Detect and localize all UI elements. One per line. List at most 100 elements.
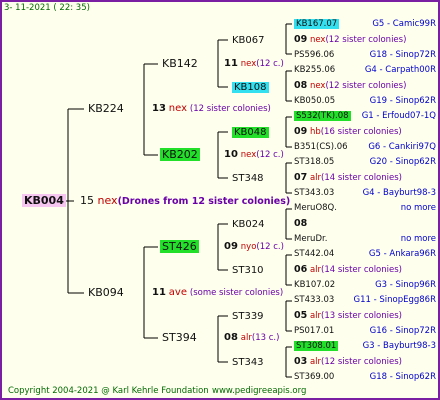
gggp-name: MeruDr. xyxy=(294,234,327,245)
gggp-name: ST433.03 xyxy=(294,295,334,306)
gggp-code: G5 - Ankara96R xyxy=(368,249,436,259)
parent-info: 11 ave (some sister colonies) xyxy=(152,287,283,299)
gggp-name: PS596.06 xyxy=(294,50,334,61)
gggp-code: G19 - Sinop62R xyxy=(369,95,436,106)
gggp-race: alr xyxy=(309,311,322,322)
grandparent-info: 08 alr(13 c.) xyxy=(224,332,279,344)
gggp-code: G18 - Sinop62R xyxy=(369,371,436,382)
grandparent-name: ST426 xyxy=(160,240,199,253)
gggp-code: G6 - Cankiri97Q xyxy=(368,141,436,152)
gggp-name: ST343.03 xyxy=(294,188,334,199)
gggp-race: alr xyxy=(309,357,322,368)
grandparent-name: KB202 xyxy=(160,148,200,161)
gggp-name-text: MeruDr. xyxy=(294,233,328,244)
grandparent-name-highlight: ST426 xyxy=(160,240,199,253)
gggp-name: ST318.05 xyxy=(294,157,334,168)
grandparent-race: nex xyxy=(240,59,257,69)
gggp-gen: 09 xyxy=(294,34,308,46)
gggp-name: KB167.07 xyxy=(294,19,340,30)
gggp-name-text: KB255.06 xyxy=(294,65,336,75)
parent-info: 13 nex (12 sister colonies) xyxy=(152,103,271,115)
ggp-name: KB108 xyxy=(232,82,269,93)
gggp-sister-info: 06 alr(14 sister colonies) xyxy=(294,264,402,276)
parent-name: KB224 xyxy=(88,102,124,115)
gggp-note: (14 sister colonies) xyxy=(321,173,402,184)
gggp-code: G16 - Sinop72R xyxy=(369,325,436,336)
grandparent-race: nex xyxy=(240,150,257,160)
gggp-name: ST442.04 xyxy=(294,249,334,260)
gggp-code: G5 - Camic99R xyxy=(372,19,436,29)
gggp-gen: 06 xyxy=(294,264,308,276)
gggp-sister-info: 09 hb(16 sister colonies) xyxy=(294,126,402,138)
gggp-name: S532(TK).08 xyxy=(294,111,351,122)
gggp-note: (16 sister colonies) xyxy=(320,127,402,138)
grandparent-race: nyo xyxy=(240,242,257,252)
ggp-name: KB024 xyxy=(232,219,265,230)
parent-note: (some sister colonies) xyxy=(189,288,284,298)
grandparent-gen: 10 xyxy=(224,149,238,160)
gggp-name-text: MeruO8Q. xyxy=(294,203,337,213)
gggp-name-text: ST308.01 xyxy=(294,341,339,351)
gggp-gen: 07 xyxy=(294,172,308,184)
root-race: nex xyxy=(97,194,118,207)
gggp-name: PS017.01 xyxy=(294,326,334,337)
gggp-name: KB050.05 xyxy=(294,96,335,107)
gggp-code: G4 - Carpath00R xyxy=(364,65,436,75)
gggp-name-text: PS596.06 xyxy=(294,49,335,60)
gggp-code: no more xyxy=(400,203,436,213)
gggp-note: (12 sister colonies) xyxy=(325,35,407,46)
gggp-sister-info: 08 xyxy=(294,218,307,230)
grandparent-info: 09 nyo(12 c.) xyxy=(224,241,284,253)
gggp-race: alr xyxy=(309,265,322,276)
gggp-code: G3 - Sinop96R xyxy=(375,279,436,290)
gggp-name-text: ST318.05 xyxy=(294,157,335,167)
grandparent-name-highlight: KB202 xyxy=(160,148,200,161)
grandparent-note: (12 c.) xyxy=(256,242,284,252)
gggp-note: (13 sister colonies) xyxy=(321,311,402,322)
website-link[interactable]: www.pedigreeapis.org xyxy=(212,386,306,397)
grandparent-info: 11 nex(12 c.) xyxy=(224,58,284,70)
ggp-name: KB067 xyxy=(232,35,265,46)
ggp-name-highlight: KB108 xyxy=(232,82,269,93)
gggp-name: ST369.00 xyxy=(294,372,334,383)
parent-name: KB094 xyxy=(88,286,124,299)
gggp-code: G20 - Sinop62R xyxy=(369,157,436,167)
gggp-sister-info: 03 alr(12 sister colonies) xyxy=(294,356,402,368)
gggp-race: nex xyxy=(309,35,326,46)
gggp-sister-info: 07 alr(14 sister colonies) xyxy=(294,172,402,184)
grandparent-note: (13 c.) xyxy=(251,333,280,343)
gggp-code: G18 - Sinop72R xyxy=(369,49,436,60)
gggp-gen: 08 xyxy=(294,218,308,230)
root-name: KB004 xyxy=(22,194,66,207)
gggp-name-text: ST442.04 xyxy=(294,249,335,259)
ggp-name: ST343 xyxy=(232,357,264,368)
grandparent-gen: 09 xyxy=(224,241,238,252)
gggp-name: ST308.01 xyxy=(294,341,339,352)
grandparent-name: ST394 xyxy=(162,331,197,344)
gggp-code: G4 - Bayburt98-3 xyxy=(362,187,436,198)
gggp-sister-info: 05 alr(13 sister colonies) xyxy=(294,310,402,322)
grandparent-gen: 08 xyxy=(224,332,238,343)
grandparent-note: (12 c.) xyxy=(256,150,284,160)
gggp-sister-info: 08 nex(12 sister colonies) xyxy=(294,80,406,92)
ggp-name: ST339 xyxy=(232,311,264,322)
gggp-name-text: ST343.03 xyxy=(294,187,335,198)
gggp-name: KB255.06 xyxy=(294,65,335,76)
gggp-note: (12 sister colonies) xyxy=(325,81,407,92)
report-date: 3- 11-2021 ( 22: 35) xyxy=(4,3,90,13)
gggp-name: MeruO8Q. xyxy=(294,203,337,214)
gggp-code: G3 - Bayburt98-3 xyxy=(362,341,436,351)
gggp-note: (14 sister colonies) xyxy=(321,265,402,276)
gggp-name-text: B351(CS).06 xyxy=(294,141,348,152)
parent-gen: 13 xyxy=(152,103,166,114)
gggp-race: hb xyxy=(309,127,321,138)
gggp-name-text: KB050.05 xyxy=(294,95,336,106)
gggp-gen: 08 xyxy=(294,80,308,92)
grandparent-name: KB142 xyxy=(162,57,198,70)
pedigree-frame: 3- 11-2021 ( 22: 35) KB004 15 nex(Drones… xyxy=(0,0,440,400)
gggp-gen: 05 xyxy=(294,310,308,322)
gggp-name-text: KB167.07 xyxy=(294,19,340,29)
gggp-code: no more xyxy=(400,233,436,244)
gggp-name-text: PS017.01 xyxy=(294,325,335,336)
grandparent-info: 10 nex(12 c.) xyxy=(224,149,284,161)
